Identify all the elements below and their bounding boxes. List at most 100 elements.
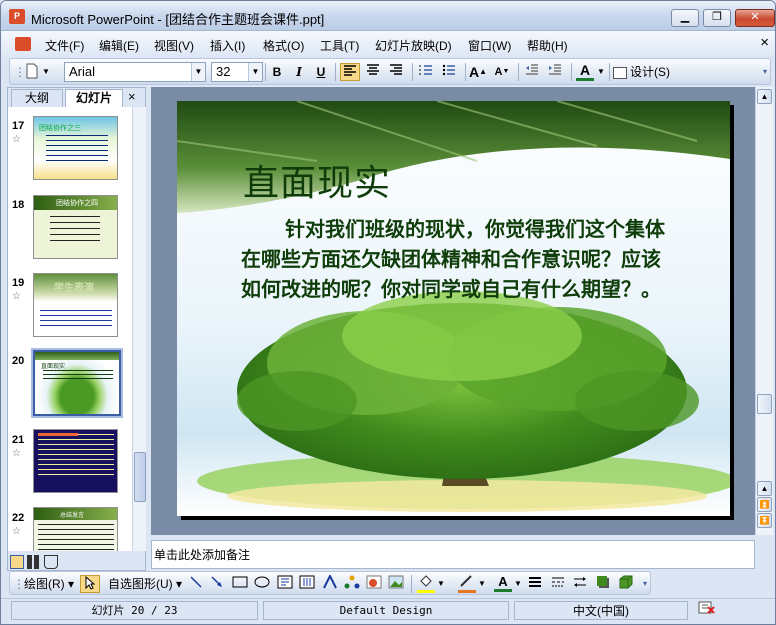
- fill-color-button[interactable]: [415, 575, 437, 593]
- restore-button[interactable]: ❐: [703, 9, 731, 27]
- decrease-font-icon: A: [494, 66, 503, 78]
- font-color-button[interactable]: A: [574, 63, 596, 81]
- vertical-textbox-icon: [299, 575, 315, 589]
- scrollbar-thumb[interactable]: [134, 452, 146, 502]
- scroll-up-button[interactable]: ▲: [757, 89, 772, 104]
- menu-edit[interactable]: 编辑(E): [99, 37, 139, 54]
- menu-tools[interactable]: 工具(T): [320, 37, 359, 54]
- 3d-style-button[interactable]: [617, 575, 635, 593]
- font-color-button[interactable]: A: [492, 575, 514, 593]
- line-tool-button[interactable]: [187, 575, 205, 593]
- title-bar[interactable]: P Microsoft PowerPoint - [团结合作主题班会课件.ppt…: [1, 1, 775, 31]
- textbox-tool-button[interactable]: [276, 575, 294, 593]
- design-button[interactable]: 设计(S): [613, 63, 675, 81]
- align-right-button[interactable]: [386, 63, 406, 81]
- picture-button[interactable]: [387, 575, 405, 593]
- font-color-dropdown-icon[interactable]: ▼: [596, 63, 606, 81]
- underline-button[interactable]: U: [312, 63, 330, 81]
- chevron-down-icon[interactable]: ▼: [248, 63, 262, 81]
- toolbar-options-icon[interactable]: ▾: [640, 575, 650, 593]
- shadow-style-button[interactable]: [594, 575, 612, 593]
- tab-outline[interactable]: 大纲: [11, 89, 63, 107]
- dash-style-button[interactable]: [549, 575, 567, 593]
- scrollbar-thumb[interactable]: [757, 394, 772, 414]
- slide-thumbnail-22[interactable]: 总结发言: [33, 507, 118, 551]
- previous-slide-button[interactable]: ⏫: [757, 497, 772, 512]
- arrow-style-button[interactable]: [571, 575, 589, 593]
- slide-thumbnail-20[interactable]: 直面现实: [31, 348, 123, 418]
- scroll-down-button[interactable]: ▲: [757, 481, 772, 496]
- font-name-value: Arial: [69, 64, 96, 79]
- numbering-button[interactable]: [416, 63, 436, 81]
- decrease-font-button[interactable]: A▼: [492, 63, 512, 81]
- slide-thumbnail-21[interactable]: [33, 429, 118, 493]
- menu-file[interactable]: 文件(F): [45, 37, 84, 54]
- draw-menu-label: 绘图(R): [23, 577, 65, 591]
- align-right-icon: [390, 64, 402, 75]
- slide-thumbnail-17[interactable]: 团结协作之三: [33, 116, 118, 180]
- fill-color-dropdown-icon[interactable]: ▼: [437, 575, 445, 593]
- close-button[interactable]: ✕: [735, 9, 775, 27]
- toolbar-grip[interactable]: ⋮: [14, 63, 26, 81]
- status-design[interactable]: Default Design: [263, 601, 509, 620]
- menu-slideshow[interactable]: 幻灯片放映(D): [375, 37, 452, 54]
- shadow-icon: [597, 576, 609, 588]
- slide-body-text[interactable]: 针对我们班级的现状，你觉得我们这个集体在哪些方面还欠缺团体精神和合作意识呢？应该…: [241, 214, 673, 304]
- bold-button[interactable]: B: [268, 63, 286, 81]
- line-color-dropdown-icon[interactable]: ▼: [478, 575, 486, 593]
- slide-editing-area[interactable]: 直面现实 针对我们班级的现状，你觉得我们这个集体在哪些方面还欠缺团体精神和合作意…: [151, 87, 755, 535]
- close-panel-button[interactable]: ×: [128, 89, 136, 104]
- vertical-textbox-button[interactable]: [298, 575, 316, 593]
- animation-star-icon: ☆: [12, 291, 21, 302]
- increase-indent-button[interactable]: [545, 63, 565, 81]
- slide-title[interactable]: 直面现实: [243, 154, 391, 206]
- clipart-button[interactable]: [365, 575, 383, 593]
- menu-window[interactable]: 窗口(W): [468, 37, 511, 54]
- oval-tool-button[interactable]: [253, 575, 271, 593]
- notes-pane[interactable]: 单击此处添加备注: [151, 540, 755, 569]
- slide-thumbnail-19[interactable]: 学生表演: [33, 273, 118, 337]
- toolbar-options-icon[interactable]: ▾: [760, 63, 770, 81]
- normal-view-icon[interactable]: [10, 555, 24, 569]
- font-size-select[interactable]: 32 ▼: [211, 62, 263, 82]
- slide-thumbnail-18[interactable]: 团结协作之四: [33, 195, 118, 259]
- document-icon[interactable]: [15, 37, 31, 51]
- arrow-tool-button[interactable]: [208, 575, 226, 593]
- new-dropdown-icon[interactable]: ▼: [41, 63, 51, 81]
- font-name-select[interactable]: Arial ▼: [64, 62, 206, 82]
- autoshapes-button[interactable]: 自选图形(U) ▾: [106, 575, 184, 593]
- slide-thumbnails[interactable]: 17 ☆ 团结协作之三 18 团结协作之四 19 ☆ 学生表演 20 直面现实: [8, 107, 132, 551]
- minimize-button[interactable]: ▁: [671, 9, 699, 27]
- bullets-button[interactable]: [439, 63, 459, 81]
- menu-view[interactable]: 视图(V): [154, 37, 194, 54]
- italic-button[interactable]: I: [290, 63, 308, 81]
- powerpoint-app-icon[interactable]: P: [9, 9, 25, 24]
- toolbar-grip[interactable]: ⋮: [13, 575, 25, 593]
- menu-format[interactable]: 格式(O): [263, 37, 304, 54]
- slide-sorter-view-icon[interactable]: [27, 555, 41, 569]
- font-color-dropdown-icon[interactable]: ▼: [514, 575, 522, 593]
- current-slide[interactable]: 直面现实 针对我们班级的现状，你觉得我们这个集体在哪些方面还欠缺团体精神和合作意…: [177, 101, 730, 516]
- chevron-down-icon[interactable]: ▼: [191, 63, 205, 81]
- line-style-button[interactable]: [526, 575, 544, 593]
- spelling-status-icon[interactable]: [693, 601, 721, 620]
- wordart-button[interactable]: [321, 573, 339, 593]
- align-left-button[interactable]: [340, 63, 360, 81]
- next-slide-button[interactable]: ⏬: [757, 513, 772, 528]
- diagram-button[interactable]: [343, 575, 361, 593]
- close-document-button[interactable]: ×: [760, 34, 769, 51]
- rectangle-tool-button[interactable]: [231, 575, 249, 593]
- align-center-button[interactable]: [363, 63, 383, 81]
- thumbnails-scrollbar[interactable]: [132, 107, 146, 551]
- vertical-scrollbar[interactable]: ▲ ▲ ⏫ ⏬: [755, 87, 773, 535]
- slideshow-view-icon[interactable]: [44, 555, 58, 569]
- decrease-indent-button[interactable]: [522, 63, 542, 81]
- line-color-button[interactable]: [456, 575, 478, 593]
- tab-slides[interactable]: 幻灯片: [65, 89, 123, 107]
- menu-help[interactable]: 帮助(H): [527, 37, 568, 54]
- draw-menu-button[interactable]: 绘图(R) ▾: [20, 575, 78, 593]
- select-objects-button[interactable]: [80, 575, 100, 593]
- increase-font-button[interactable]: A▲: [468, 63, 488, 81]
- new-document-icon[interactable]: [23, 63, 41, 81]
- menu-insert[interactable]: 插入(I): [210, 37, 245, 54]
